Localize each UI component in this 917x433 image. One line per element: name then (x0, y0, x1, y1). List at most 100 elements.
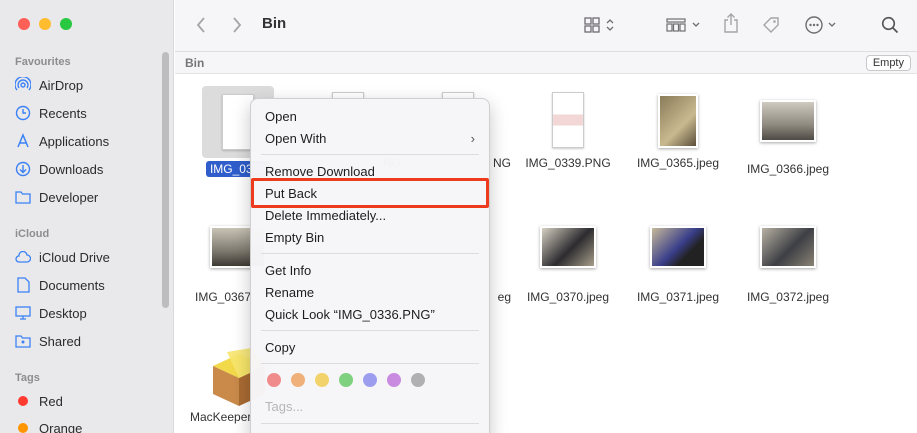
menu-separator (261, 154, 479, 155)
cloud-icon (14, 248, 32, 266)
file-name: IMG_0366.jpeg (746, 162, 830, 176)
path-label: Bin (185, 56, 205, 70)
menu-item-tags[interactable]: Tags... (265, 397, 477, 417)
file-item[interactable]: IMG_0339.PNG (513, 92, 623, 170)
sidebar-section-favourites: Favourites (15, 56, 71, 68)
zoom-window-button[interactable] (60, 18, 72, 30)
file-name: IMG_0365.jpeg (636, 156, 720, 170)
sidebar-item-tag-red[interactable]: Red (14, 391, 164, 411)
photo-thumbnail (760, 100, 816, 142)
folder-icon (14, 188, 32, 206)
applications-icon (14, 132, 32, 150)
file-name: IMG_0372.jpeg (746, 290, 830, 304)
photo-thumbnail (540, 226, 596, 268)
file-item[interactable]: IMG_0370.jpeg (513, 226, 623, 304)
airdrop-icon (14, 76, 32, 94)
menu-separator (261, 330, 479, 331)
sidebar-item-label: Documents (39, 277, 105, 293)
red-tag-icon (18, 396, 28, 406)
png-thumbnail-icon (552, 92, 584, 148)
group-icon (666, 18, 700, 32)
file-item[interactable]: IMG_0371.jpeg (623, 226, 733, 304)
file-item[interactable]: IMG_0366.jpeg (733, 100, 843, 176)
sidebar-item-desktop[interactable]: Desktop (14, 303, 164, 323)
menu-separator (261, 363, 479, 364)
orange-tag-icon (18, 423, 28, 433)
menu-item-open[interactable]: Open (265, 107, 477, 127)
file-item[interactable]: IMG_0372.jpeg (733, 226, 843, 304)
tag-color-orange[interactable] (291, 373, 305, 387)
grid-view-icon (584, 17, 614, 33)
chevron-right-icon: › (470, 131, 475, 146)
context-menu: Open Open With › Remove Download Put Bac… (250, 98, 490, 433)
sidebar-item-documents[interactable]: Documents (14, 275, 164, 295)
sidebar-item-label: AirDrop (39, 77, 84, 93)
view-mode-button[interactable] (584, 14, 618, 36)
download-icon (14, 160, 32, 178)
document-icon (14, 276, 32, 294)
empty-bin-button[interactable]: Empty (865, 55, 911, 71)
sidebar-item-label: Downloads (39, 161, 104, 177)
sidebar-item-label: Orange (39, 420, 83, 433)
menu-item-rename[interactable]: Rename (265, 283, 477, 303)
sidebar-section-tags: Tags (15, 372, 40, 384)
tag-color-purple[interactable] (387, 373, 401, 387)
sidebar-item-label: Recents (39, 105, 87, 121)
photo-thumbnail (760, 226, 816, 268)
clock-icon (14, 104, 32, 122)
sidebar-section-icloud: iCloud (15, 228, 50, 240)
menu-item-copy[interactable]: Copy (265, 338, 477, 358)
tag-icon (763, 17, 779, 33)
sidebar-item-developer[interactable]: Developer (14, 187, 164, 207)
menu-item-empty-bin[interactable]: Empty Bin (265, 228, 477, 248)
chevron-left-icon (196, 17, 205, 33)
menu-item-delete-immediately[interactable]: Delete Immediately... (265, 206, 477, 226)
sidebar-item-applications[interactable]: Applications (14, 131, 164, 151)
sidebar-item-shared[interactable]: Shared (14, 331, 164, 351)
menu-separator (261, 253, 479, 254)
desktop-icon (14, 304, 32, 322)
close-window-button[interactable] (18, 18, 30, 30)
minimize-window-button[interactable] (39, 18, 51, 30)
sidebar-item-icloud-drive[interactable]: iCloud Drive (14, 247, 164, 267)
action-menu-button[interactable] (805, 14, 839, 36)
forward-button[interactable] (231, 14, 243, 36)
put-back-highlight-annotation (251, 178, 489, 208)
share-button[interactable] (723, 12, 739, 34)
more-icon (805, 16, 836, 34)
sidebar-item-airdrop[interactable]: AirDrop (14, 75, 164, 95)
sidebar-item-label: Shared (39, 333, 81, 349)
tag-color-blue[interactable] (363, 373, 377, 387)
menu-item-get-info[interactable]: Get Info (265, 261, 477, 281)
tag-button[interactable] (761, 14, 781, 36)
sidebar-item-label: Applications (39, 133, 110, 149)
sidebar: Favourites AirDrop Recents Applications … (0, 0, 174, 433)
sidebar-item-downloads[interactable]: Downloads (14, 159, 164, 179)
search-icon (881, 16, 899, 34)
tag-color-gray[interactable] (411, 373, 425, 387)
toolbar: Bin (175, 0, 917, 52)
path-bar: Bin Empty (175, 52, 917, 74)
file-item[interactable]: IMG_0365.jpeg (623, 94, 733, 170)
back-button[interactable] (195, 14, 207, 36)
sidebar-item-tag-orange[interactable]: Orange (14, 418, 164, 433)
window-controls (18, 18, 72, 30)
photo-thumbnail (650, 226, 706, 268)
tag-color-yellow[interactable] (315, 373, 329, 387)
group-button[interactable] (666, 14, 702, 36)
tag-color-green[interactable] (339, 373, 353, 387)
menu-item-open-with[interactable]: Open With › (265, 129, 477, 149)
window-title: Bin (262, 15, 287, 32)
file-name: IMG_0370.jpeg (526, 290, 610, 304)
sidebar-item-label: Developer (39, 189, 99, 205)
search-button[interactable] (881, 14, 899, 36)
menu-separator (261, 423, 479, 424)
sidebar-scrollbar[interactable] (162, 52, 169, 308)
chevron-right-icon (233, 17, 242, 33)
tag-color-picker (267, 373, 425, 387)
sidebar-item-recents[interactable]: Recents (14, 103, 164, 123)
menu-item-quick-look[interactable]: Quick Look “IMG_0336.PNG” (265, 305, 477, 325)
file-name: IMG_0339.PNG (525, 156, 611, 170)
menu-item-label: Open With (265, 131, 327, 146)
tag-color-red[interactable] (267, 373, 281, 387)
